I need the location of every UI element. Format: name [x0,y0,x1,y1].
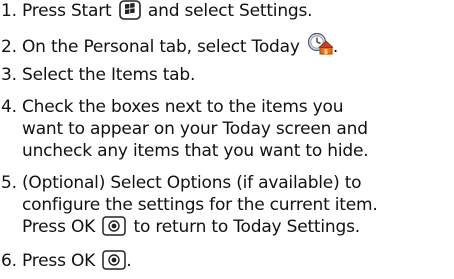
step-text: Press Start [22,1,112,21]
step-number: 2. [1,37,17,57]
step-text-line-1: Check the boxes next to the items you [22,97,344,117]
step-text-line-3: Press OK to return to Today Settings. [0,216,454,242]
ok-key-icon [102,250,127,276]
step-text: Press OK [22,251,96,271]
step-2: 2. On the Personal tab, select Today . [0,32,454,62]
step-text-line-1: (Optional) Select Options (if available)… [22,173,362,193]
step-number: 1. [1,1,17,21]
step-1: 1. Press Start and select Settings. [0,0,454,26]
step-number: 3. [1,65,17,85]
step-number: 6. [1,251,17,271]
step-text-after: . [332,37,339,57]
step-number: 4. [1,97,17,117]
step-text: Select the Items tab. [22,65,196,85]
step-text-after: and select Settings. [147,1,313,21]
step-text: On the Personal tab, select Today [22,37,300,57]
today-settings-icon [307,32,334,62]
ok-key-icon [102,216,127,242]
step-text-line-2: configure the settings for the current i… [22,195,378,215]
step-6: 6. Press OK . [0,250,454,276]
step-text-after: . [126,251,132,271]
step-text-after: to return to Today Settings. [133,217,361,237]
step-5: 5. (Optional) Select Options (if availabl… [0,172,454,242]
step-number: 5. [1,173,17,193]
step-text: Press OK [22,217,96,237]
step-text-line-2: want to appear on your Today screen and [22,119,368,139]
step-4: 4. Check the boxes next to the items you … [0,96,454,162]
windows-start-key-icon [118,0,141,26]
instruction-list: 1. Press Start and select Settings. 2. On … [0,0,454,279]
step-3: 3. Select the Items tab. [0,64,454,86]
step-text-line-3: uncheck any items that you want to hide. [22,141,369,161]
